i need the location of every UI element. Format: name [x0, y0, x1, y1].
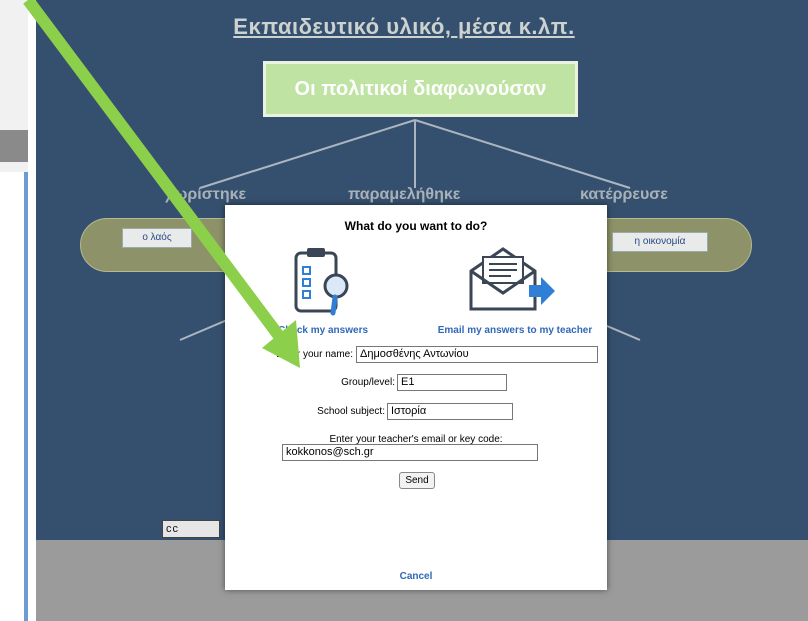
- annotation-arrow-icon: [23, 0, 300, 368]
